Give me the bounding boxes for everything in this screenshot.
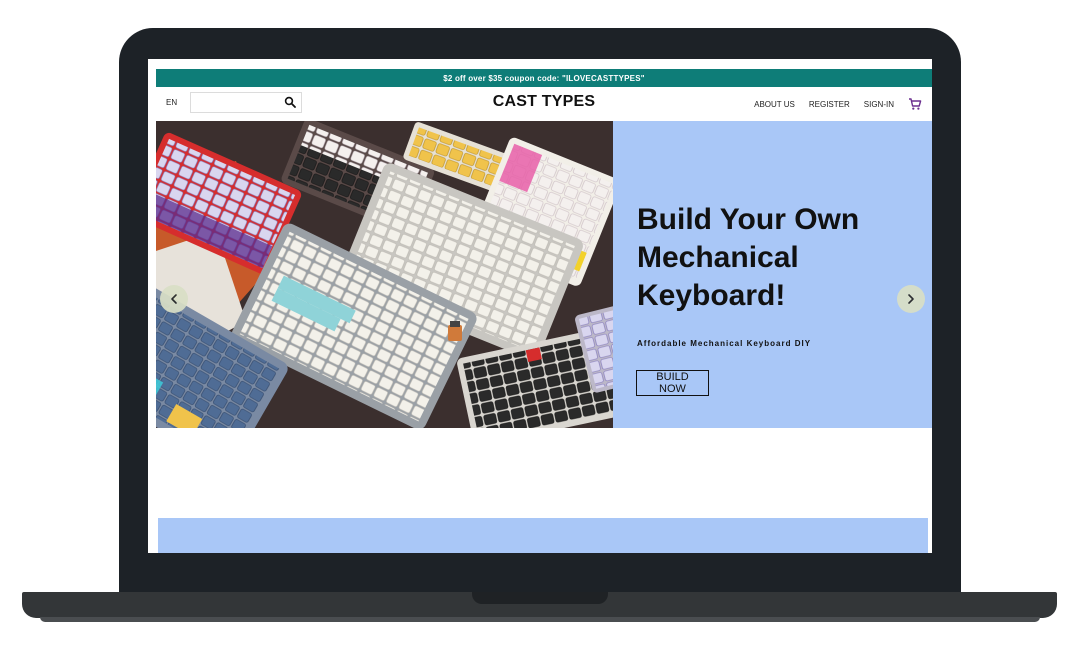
hero-headline-line-2: Mechanical bbox=[637, 241, 799, 274]
hero-headline: Build Your Own Mechanical Keyboard! bbox=[637, 201, 917, 315]
nav-about-us[interactable]: ABOUT US bbox=[754, 100, 795, 109]
shopping-cart-icon[interactable] bbox=[908, 97, 922, 111]
nav-register[interactable]: REGISTER bbox=[809, 100, 850, 109]
hero-carousel: Build Your Own Mechanical Keyboard! Affo… bbox=[156, 121, 932, 428]
next-section-band bbox=[158, 518, 928, 553]
carousel-prev-button[interactable] bbox=[160, 285, 188, 313]
laptop-screen: $2 off over $35 coupon code: "ILOVECASTT… bbox=[148, 59, 932, 553]
top-nav: ABOUT US REGISTER SIGN-IN bbox=[754, 97, 922, 111]
chevron-left-icon bbox=[171, 294, 177, 304]
hero-headline-line-1: Build Your Own bbox=[637, 203, 860, 236]
laptop-notch bbox=[472, 592, 608, 604]
keyboard-collage-image bbox=[156, 121, 613, 428]
laptop-base-lip bbox=[40, 617, 1040, 622]
chevron-right-icon bbox=[908, 294, 914, 304]
build-now-button[interactable]: BUILD NOW bbox=[636, 370, 709, 396]
hero-headline-line-3: Keyboard! bbox=[637, 279, 786, 312]
carousel-next-button[interactable] bbox=[897, 285, 925, 313]
site-header: EN CAST TYPES ABOUT US REGISTER SIGN-IN bbox=[156, 87, 932, 121]
hero-subtitle: Affordable Mechanical Keyboard DIY bbox=[637, 339, 812, 348]
nav-sign-in[interactable]: SIGN-IN bbox=[864, 100, 894, 109]
laptop-mockup: $2 off over $35 coupon code: "ILOVECASTT… bbox=[0, 0, 1080, 663]
promo-banner: $2 off over $35 coupon code: "ILOVECASTT… bbox=[156, 69, 932, 87]
hero-keyboard-photo bbox=[156, 121, 613, 428]
promo-text: $2 off over $35 coupon code: "ILOVECASTT… bbox=[443, 73, 645, 83]
